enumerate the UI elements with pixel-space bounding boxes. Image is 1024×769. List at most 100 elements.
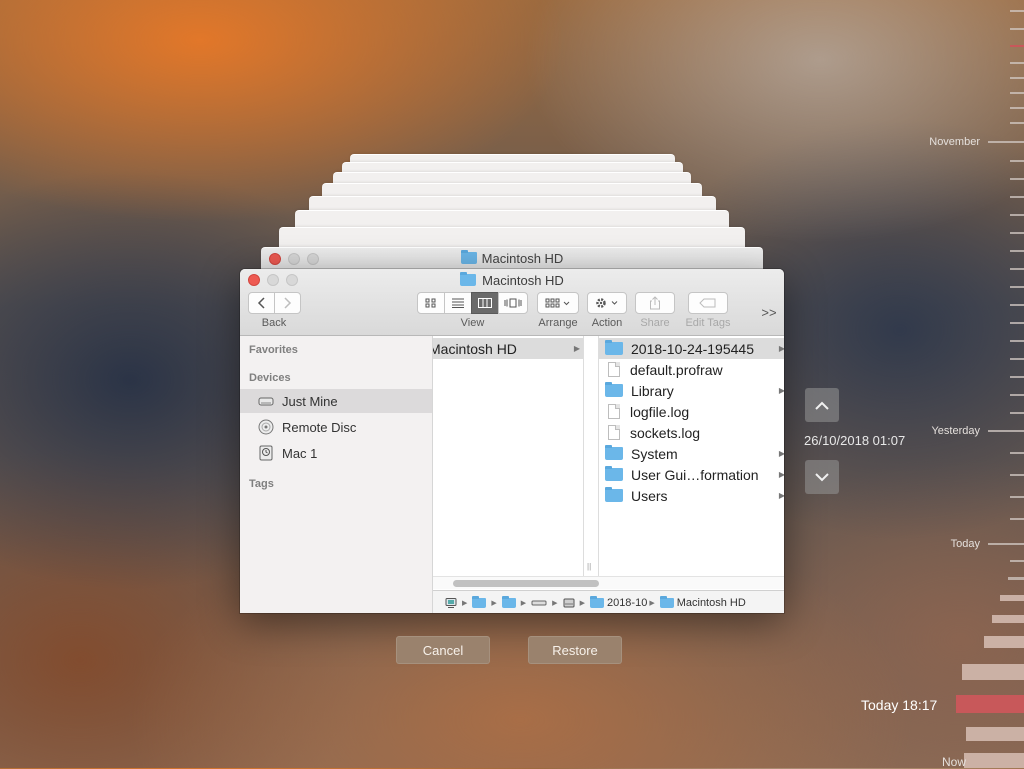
- forward-button[interactable]: [274, 292, 301, 314]
- chevron-right-icon: ▶: [778, 449, 784, 458]
- back-button[interactable]: [248, 292, 275, 314]
- action-button[interactable]: [587, 292, 627, 314]
- resize-grip-icon[interactable]: ||: [587, 562, 591, 571]
- list-item[interactable]: System ▶: [599, 443, 784, 464]
- timeline-bar[interactable]: [992, 615, 1024, 623]
- sidebar-item-label: Just Mine: [282, 393, 338, 409]
- sidebar-item-just-mine[interactable]: Just Mine: [240, 389, 432, 413]
- list-item-label: User Gui…formation: [631, 466, 759, 483]
- timeline-tick[interactable]: [1010, 376, 1024, 378]
- timeline-tick[interactable]: [1010, 340, 1024, 342]
- timeline-tick[interactable]: [1010, 122, 1024, 124]
- timeline-tick[interactable]: [1010, 474, 1024, 476]
- timeline-bar[interactable]: [984, 636, 1024, 648]
- horizontal-scrollbar[interactable]: [433, 576, 784, 589]
- list-item[interactable]: Users ▶: [599, 485, 784, 506]
- list-item-label: Users: [631, 487, 668, 504]
- chevron-up-icon: [815, 401, 829, 410]
- folder-icon[interactable]: [501, 595, 516, 608]
- hard-drive-icon[interactable]: [563, 598, 575, 608]
- timeline-tick[interactable]: [1010, 62, 1024, 64]
- list-item-label: Library: [631, 382, 674, 399]
- timeline-tick[interactable]: [1010, 45, 1024, 47]
- timeline-label-now: Now: [941, 755, 966, 769]
- chevron-right-icon: ▶: [520, 599, 527, 607]
- edit-tags-button[interactable]: [688, 292, 728, 314]
- timeline-tick[interactable]: [1010, 268, 1024, 270]
- list-item[interactable]: default.profraw: [599, 359, 784, 380]
- timeline-tick[interactable]: [988, 141, 1024, 143]
- sidebar-item-mac-1[interactable]: Mac 1: [240, 441, 432, 465]
- scrollbar-thumb[interactable]: [453, 580, 599, 587]
- timeline-tick[interactable]: [1010, 452, 1024, 454]
- arrange-button[interactable]: [537, 292, 579, 314]
- cancel-button[interactable]: Cancel: [396, 636, 490, 664]
- timeline-tick[interactable]: [1010, 77, 1024, 79]
- path-segment[interactable]: 2018-10: [607, 597, 647, 609]
- folder-icon[interactable]: [589, 595, 604, 608]
- share-button[interactable]: [635, 292, 675, 314]
- timeline-tick[interactable]: [1010, 496, 1024, 498]
- timeline-tick[interactable]: [1010, 28, 1024, 30]
- list-item[interactable]: User Gui…formation ▶: [599, 464, 784, 485]
- timeline-tick[interactable]: [1010, 92, 1024, 94]
- timeline-tick[interactable]: [1010, 107, 1024, 109]
- timeline-tick[interactable]: [1010, 232, 1024, 234]
- older-snapshot-button[interactable]: [805, 388, 839, 422]
- arrange-label: Arrange: [538, 317, 578, 329]
- list-item[interactable]: 2018-10-24-195445 ▶: [599, 338, 784, 359]
- timeline-tick[interactable]: [1010, 250, 1024, 252]
- timeline-bar[interactable]: [966, 727, 1024, 741]
- timeline-tick[interactable]: [1010, 214, 1024, 216]
- sidebar-item-label: Remote Disc: [282, 419, 357, 435]
- sidebar-favorites-header: Favorites: [249, 344, 298, 356]
- drive-icon[interactable]: [531, 598, 547, 608]
- timemachine-drive-icon: [259, 445, 273, 461]
- timeline-tick[interactable]: [988, 543, 1024, 545]
- timeline-tick[interactable]: [1010, 322, 1024, 324]
- column-2: 2018-10-24-195445 ▶ default.profraw Libr…: [598, 336, 784, 576]
- sidebar-devices-header: Devices: [249, 372, 291, 384]
- folder-icon: [605, 340, 623, 355]
- timeline-tick[interactable]: [1010, 178, 1024, 180]
- folder-icon[interactable]: [659, 595, 674, 608]
- folder-icon[interactable]: [472, 595, 487, 608]
- timeline-bar[interactable]: [1000, 595, 1024, 601]
- timeline-current-label: Today 18:17: [861, 697, 938, 713]
- list-item-label: default.profraw: [630, 361, 723, 378]
- timeline-tick[interactable]: [1010, 394, 1024, 396]
- timeline-bar-current[interactable]: [956, 695, 1024, 713]
- timeline-tick[interactable]: [1010, 412, 1024, 414]
- column-divider[interactable]: ||: [584, 336, 597, 576]
- newer-snapshot-button[interactable]: [805, 460, 839, 494]
- timeline-bar[interactable]: [962, 664, 1024, 680]
- gear-icon: [596, 298, 618, 308]
- cover-flow-button[interactable]: [498, 292, 528, 314]
- list-item[interactable]: Macintosh HD ▶: [433, 338, 583, 359]
- timeline-tick[interactable]: [1010, 286, 1024, 288]
- list-view-button[interactable]: [444, 292, 472, 314]
- sidebar-item-remote-disc[interactable]: Remote Disc: [240, 415, 432, 439]
- timeline-tick[interactable]: [1010, 304, 1024, 306]
- action-label: Action: [591, 317, 623, 329]
- column-view-button[interactable]: [471, 292, 499, 314]
- computer-icon[interactable]: [445, 597, 457, 608]
- timeline-tick[interactable]: [1010, 518, 1024, 520]
- list-item[interactable]: Library ▶: [599, 380, 784, 401]
- list-view-icon: [452, 298, 464, 308]
- timeline-tick[interactable]: [988, 430, 1024, 432]
- timeline-tick[interactable]: [1010, 10, 1024, 12]
- list-item[interactable]: sockets.log: [599, 422, 784, 443]
- timeline-tick[interactable]: [1008, 577, 1024, 580]
- toolbar-overflow-button[interactable]: >>: [758, 305, 780, 320]
- timeline-tick[interactable]: [1010, 196, 1024, 198]
- timeline-tick[interactable]: [1010, 560, 1024, 562]
- restore-button[interactable]: Restore: [528, 636, 622, 664]
- path-segment[interactable]: Macintosh HD: [677, 597, 746, 609]
- timeline-tick[interactable]: [1010, 160, 1024, 162]
- finder-window: Macintosh HD Back View Arrange Action Sh…: [240, 269, 784, 613]
- icon-view-button[interactable]: [417, 292, 445, 314]
- timeline-tick[interactable]: [1010, 358, 1024, 360]
- list-item[interactable]: logfile.log: [599, 401, 784, 422]
- timeline-bar[interactable]: [964, 753, 1024, 768]
